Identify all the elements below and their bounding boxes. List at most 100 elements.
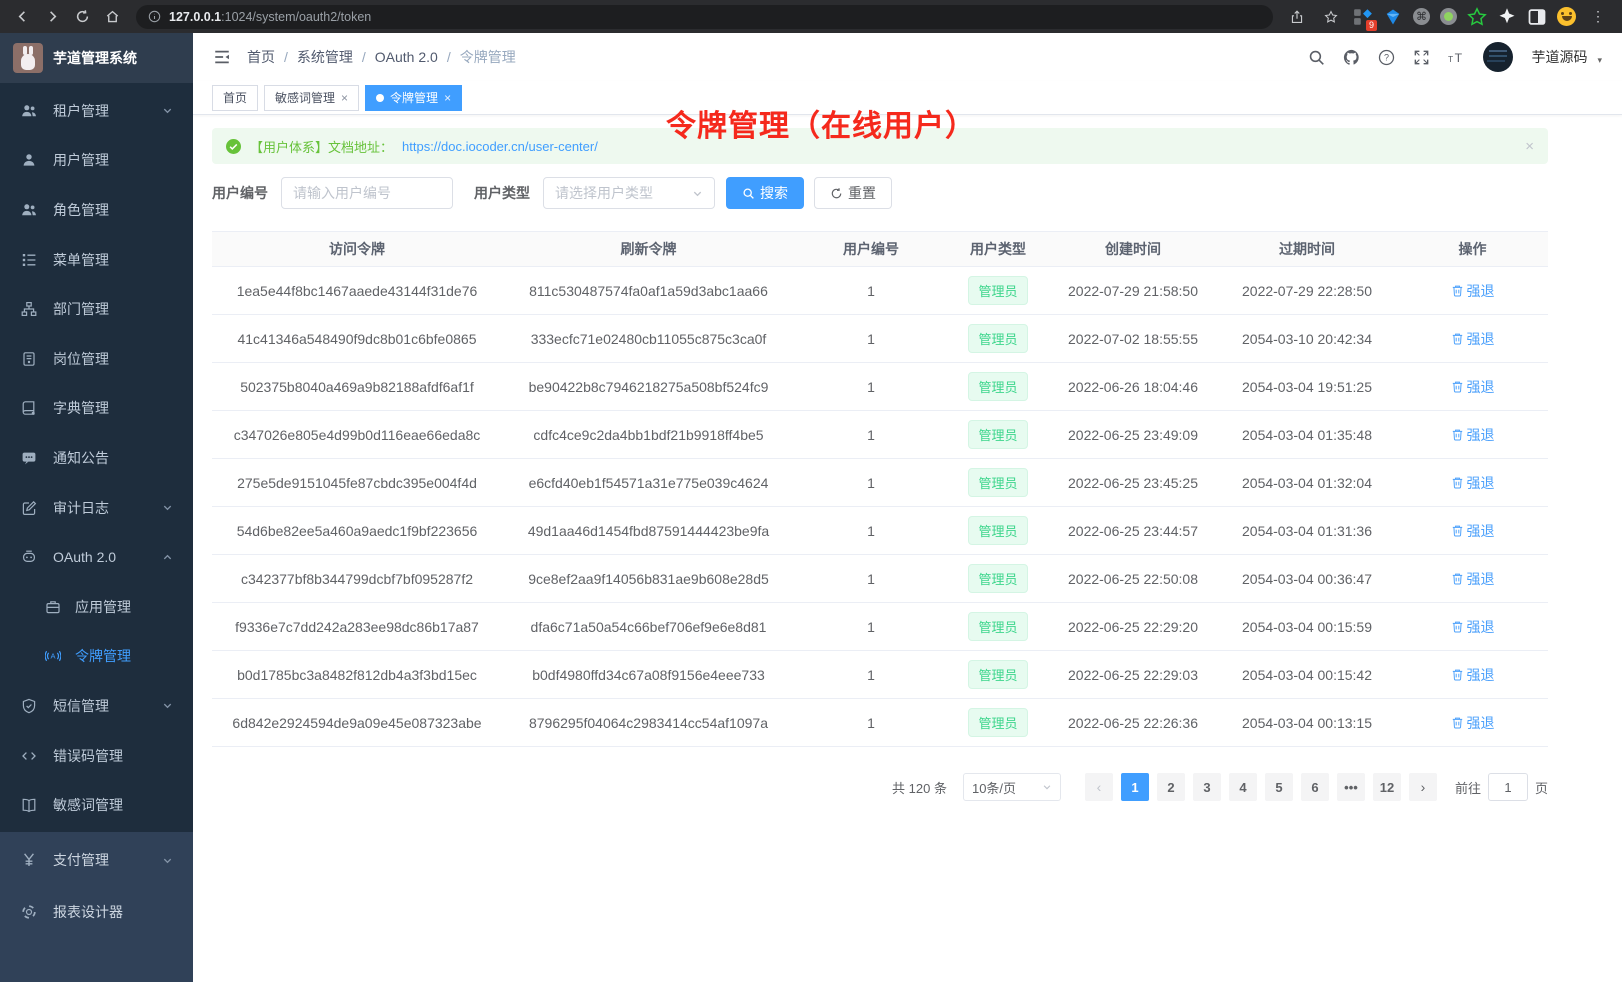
next-page-button[interactable]: ›: [1409, 773, 1437, 801]
sidebar-item-部门管理[interactable]: 部门管理: [0, 284, 193, 334]
force-logout-button[interactable]: 强退: [1451, 377, 1495, 397]
sidebar-item-敏感词管理[interactable]: 敏感词管理: [0, 780, 193, 830]
user-menu-caret-icon[interactable]: ▾: [1597, 49, 1602, 66]
extension-tabs-icon[interactable]: 9: [1353, 7, 1373, 27]
username[interactable]: 芋道源码: [1531, 47, 1587, 67]
reset-button[interactable]: 重置: [814, 177, 892, 209]
sidebar-item-短信管理[interactable]: 短信管理: [0, 681, 193, 731]
tab-首页[interactable]: 首页: [212, 85, 258, 111]
extension-record-icon[interactable]: [1440, 8, 1457, 25]
chrome-menu-icon[interactable]: ⋮: [1586, 5, 1610, 29]
sidebar-item-错误码管理[interactable]: 错误码管理: [0, 731, 193, 781]
sidebar-item-角色管理[interactable]: 角色管理: [0, 185, 193, 235]
collapse-sidebar-icon[interactable]: [213, 48, 231, 66]
page-button-12[interactable]: 12: [1373, 773, 1401, 801]
table-row: 41c41346a548490f9dc8b01c6bfe0865333ecfc7…: [212, 315, 1548, 363]
sidebar-item-应用管理[interactable]: 应用管理: [0, 582, 193, 632]
cell-user-type: 管理员: [947, 708, 1049, 737]
sidebar-item-通知公告[interactable]: 通知公告: [0, 433, 193, 483]
cell-user-type: 管理员: [947, 324, 1049, 353]
cell-refresh-token: e6cfd40eb1f54571a31e775e039c4624: [502, 475, 795, 491]
prev-page-button[interactable]: ‹: [1085, 773, 1113, 801]
font-size-icon[interactable]: TT: [1448, 49, 1465, 66]
search-button[interactable]: 搜索: [726, 177, 804, 209]
cell-created-time: 2022-06-25 22:29:20: [1049, 619, 1217, 635]
extension-star-icon[interactable]: [1467, 7, 1487, 27]
share-icon[interactable]: [1285, 5, 1309, 29]
force-logout-button[interactable]: 强退: [1451, 329, 1495, 349]
extension-command-icon[interactable]: ⌘: [1413, 8, 1430, 25]
url-bar[interactable]: 127.0.0.1:1024/system/oauth2/token: [136, 5, 1273, 29]
user-id-label: 用户编号: [212, 183, 268, 203]
chevron-down-icon: [162, 502, 173, 513]
breadcrumb-oauth[interactable]: OAuth 2.0: [375, 49, 438, 65]
page-button-2[interactable]: 2: [1157, 773, 1185, 801]
tab-令牌管理[interactable]: 令牌管理×: [365, 85, 462, 111]
force-logout-button[interactable]: 强退: [1451, 281, 1495, 301]
sidebar-item-label: 岗位管理: [53, 349, 109, 369]
cell-access-token: b0d1785bc3a8482f812db4a3f3bd15ec: [212, 667, 502, 683]
profile-avatar-icon[interactable]: [1557, 7, 1576, 26]
back-icon[interactable]: [10, 5, 34, 29]
page-button-3[interactable]: 3: [1193, 773, 1221, 801]
force-logout-button[interactable]: 强退: [1451, 425, 1495, 445]
app-logo-row[interactable]: 芋道管理系统: [0, 33, 193, 83]
user-avatar[interactable]: [1483, 42, 1513, 72]
sidebar-item-用户管理[interactable]: 用户管理: [0, 136, 193, 186]
extension-gem-icon[interactable]: [1383, 7, 1403, 27]
reload-icon[interactable]: [70, 5, 94, 29]
extension-sidepanel-icon[interactable]: [1527, 7, 1547, 27]
help-icon[interactable]: ?: [1378, 49, 1395, 66]
force-logout-button[interactable]: 强退: [1451, 569, 1495, 589]
force-logout-button[interactable]: 强退: [1451, 617, 1495, 637]
github-icon[interactable]: [1343, 49, 1360, 66]
page-ellipsis-button[interactable]: •••: [1337, 773, 1365, 801]
badge-icon: [20, 350, 37, 367]
doc-link[interactable]: https://doc.iocoder.cn/user-center/: [402, 139, 598, 154]
sidebar-item-OAuth 2.0[interactable]: OAuth 2.0: [0, 532, 193, 582]
sidebar-item-审计日志[interactable]: 审计日志: [0, 483, 193, 533]
force-logout-button[interactable]: 强退: [1451, 665, 1495, 685]
breadcrumb-system[interactable]: 系统管理: [297, 47, 353, 67]
user-id-input[interactable]: [281, 177, 453, 209]
cell-actions: 强退: [1397, 569, 1548, 589]
search-icon[interactable]: [1308, 49, 1325, 66]
site-info-icon[interactable]: [148, 10, 161, 23]
cell-refresh-token: 811c530487574fa0af1a59d3abc1aa66: [502, 283, 795, 299]
message-icon: [20, 449, 37, 466]
sidebar-item-支付管理[interactable]: 支付管理: [0, 834, 193, 886]
force-logout-button[interactable]: 强退: [1451, 713, 1495, 733]
menu-icon: [20, 251, 37, 268]
tab-敏感词管理[interactable]: 敏感词管理 ×: [264, 85, 359, 111]
sidebar-item-菜单管理[interactable]: 菜单管理: [0, 235, 193, 285]
home-icon[interactable]: [100, 5, 124, 29]
bookmark-star-icon[interactable]: [1319, 5, 1343, 29]
sidebar-item-字典管理[interactable]: 字典管理: [0, 384, 193, 434]
sidebar-item-报表设计器[interactable]: 报表设计器: [0, 886, 193, 938]
table-row: b0d1785bc3a8482f812db4a3f3bd15ecb0df4980…: [212, 651, 1548, 699]
page-button-6[interactable]: 6: [1301, 773, 1329, 801]
forward-icon[interactable]: [40, 5, 64, 29]
sidebar-item-租户管理[interactable]: 租户管理: [0, 86, 193, 136]
page-size-select[interactable]: 10条/页: [963, 773, 1061, 801]
page-button-1[interactable]: 1: [1121, 773, 1149, 801]
page-button-5[interactable]: 5: [1265, 773, 1293, 801]
breadcrumb-home[interactable]: 首页: [247, 47, 275, 67]
extension-puzzle-icon[interactable]: [1497, 7, 1517, 27]
sidebar-item-令牌管理[interactable]: A令牌管理: [0, 632, 193, 682]
close-icon[interactable]: ×: [341, 92, 348, 104]
page-button-4[interactable]: 4: [1229, 773, 1257, 801]
cell-access-token: 275e5de9151045fe87cbdc395e004f4d: [212, 475, 502, 491]
fullscreen-icon[interactable]: [1413, 49, 1430, 66]
user-type-select[interactable]: 请选择用户类型: [543, 177, 715, 209]
force-logout-button[interactable]: 强退: [1451, 521, 1495, 541]
close-icon[interactable]: ×: [1525, 138, 1534, 155]
sidebar-item-岗位管理[interactable]: 岗位管理: [0, 334, 193, 384]
goto-page-input[interactable]: [1488, 773, 1528, 801]
trash-icon: [1451, 476, 1464, 489]
tab-label: 敏感词管理: [275, 89, 335, 106]
force-logout-button[interactable]: 强退: [1451, 473, 1495, 493]
close-icon[interactable]: ×: [444, 92, 451, 104]
cell-user-id: 1: [795, 331, 947, 347]
sidebar-item-label: 字典管理: [53, 398, 109, 418]
